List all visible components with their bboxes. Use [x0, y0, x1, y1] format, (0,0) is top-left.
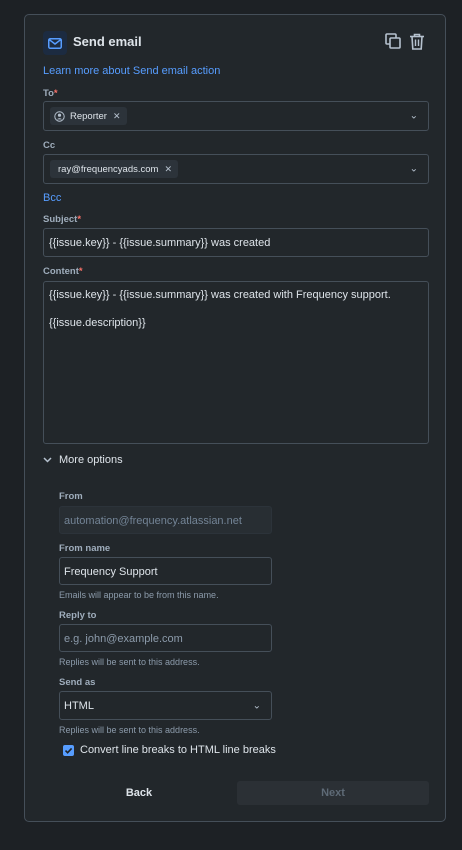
trash-icon — [410, 33, 424, 50]
more-options-toggle[interactable]: More options — [43, 454, 123, 466]
reply-to-placeholder: e.g. john@example.com — [64, 633, 183, 645]
next-button[interactable]: Next — [237, 781, 429, 805]
chevron-down-icon[interactable]: ⌄ — [410, 111, 418, 122]
subject-input[interactable]: {{issue.key}} - {{issue.summary}} was cr… — [43, 228, 429, 257]
required-mark: * — [77, 214, 82, 225]
subject-value: {{issue.key}} - {{issue.summary}} was cr… — [49, 237, 271, 249]
content-line-1: {{issue.key}} - {{issue.summary}} was cr… — [49, 289, 391, 301]
cc-label: Cc — [43, 140, 56, 151]
content-textarea[interactable]: {{issue.key}} - {{issue.summary}} was cr… — [43, 281, 429, 444]
from-label: From — [59, 491, 83, 502]
content-label-text: Content — [43, 266, 79, 277]
chevron-down-icon[interactable]: ⌄ — [410, 164, 418, 175]
remove-chip-icon[interactable]: ✕ — [164, 164, 172, 175]
copy-icon — [385, 33, 401, 49]
to-chip: Reporter ✕ — [50, 107, 127, 125]
chevron-down-icon: ⌄ — [252, 700, 261, 711]
content-label: Content* — [43, 266, 83, 277]
subject-label: Subject* — [43, 214, 81, 225]
more-options-label: More options — [59, 454, 123, 466]
to-label-text: To — [43, 88, 54, 99]
send-email-panel: Send email Learn more about Send email a… — [24, 14, 446, 822]
from-field: automation@frequency.atlassian.net — [59, 506, 272, 534]
remove-chip-icon[interactable]: ✕ — [113, 111, 121, 122]
send-as-value: HTML — [64, 700, 94, 712]
delete-button[interactable] — [407, 31, 427, 51]
checkbox-checked-icon — [63, 744, 74, 756]
bcc-link[interactable]: Bcc — [43, 192, 61, 204]
cc-chip-label: ray@frequencyads.com — [58, 163, 159, 175]
reply-to-help: Replies will be sent to this address. — [59, 657, 200, 667]
page-title: Send email — [73, 34, 142, 49]
send-as-select[interactable]: HTML ⌄ — [59, 691, 272, 720]
convert-line-breaks-checkbox[interactable]: Convert line breaks to HTML line breaks — [63, 744, 276, 756]
reply-to-input[interactable]: e.g. john@example.com — [59, 624, 272, 652]
from-value: automation@frequency.atlassian.net — [64, 515, 242, 527]
to-field[interactable]: Reporter ✕ ⌄ — [43, 101, 429, 131]
cc-field[interactable]: ray@frequencyads.com ✕ ⌄ — [43, 154, 429, 184]
to-label: To* — [43, 88, 58, 99]
send-as-help: Replies will be sent to this address. — [59, 725, 200, 735]
from-name-label: From name — [59, 543, 111, 554]
user-icon — [54, 110, 65, 122]
reply-to-label: Reply to — [59, 610, 97, 621]
send-as-label: Send as — [59, 677, 96, 688]
convert-line-breaks-label: Convert line breaks to HTML line breaks — [80, 744, 276, 756]
learn-more-link[interactable]: Learn more about Send email action — [43, 65, 220, 77]
duplicate-button[interactable] — [383, 31, 403, 51]
required-mark: * — [53, 88, 58, 99]
content-line-2: {{issue.description}} — [49, 317, 146, 329]
to-chip-label: Reporter — [70, 110, 107, 122]
mail-icon — [43, 31, 67, 55]
from-name-input[interactable]: Frequency Support — [59, 557, 272, 585]
required-mark: * — [78, 266, 83, 277]
from-name-value: Frequency Support — [64, 566, 158, 578]
cc-chip: ray@frequencyads.com ✕ — [50, 160, 179, 178]
chevron-down-icon — [43, 457, 52, 463]
from-name-help: Emails will appear to be from this name. — [59, 590, 219, 600]
back-button[interactable]: Back — [43, 781, 235, 805]
subject-label-text: Subject — [43, 214, 78, 225]
